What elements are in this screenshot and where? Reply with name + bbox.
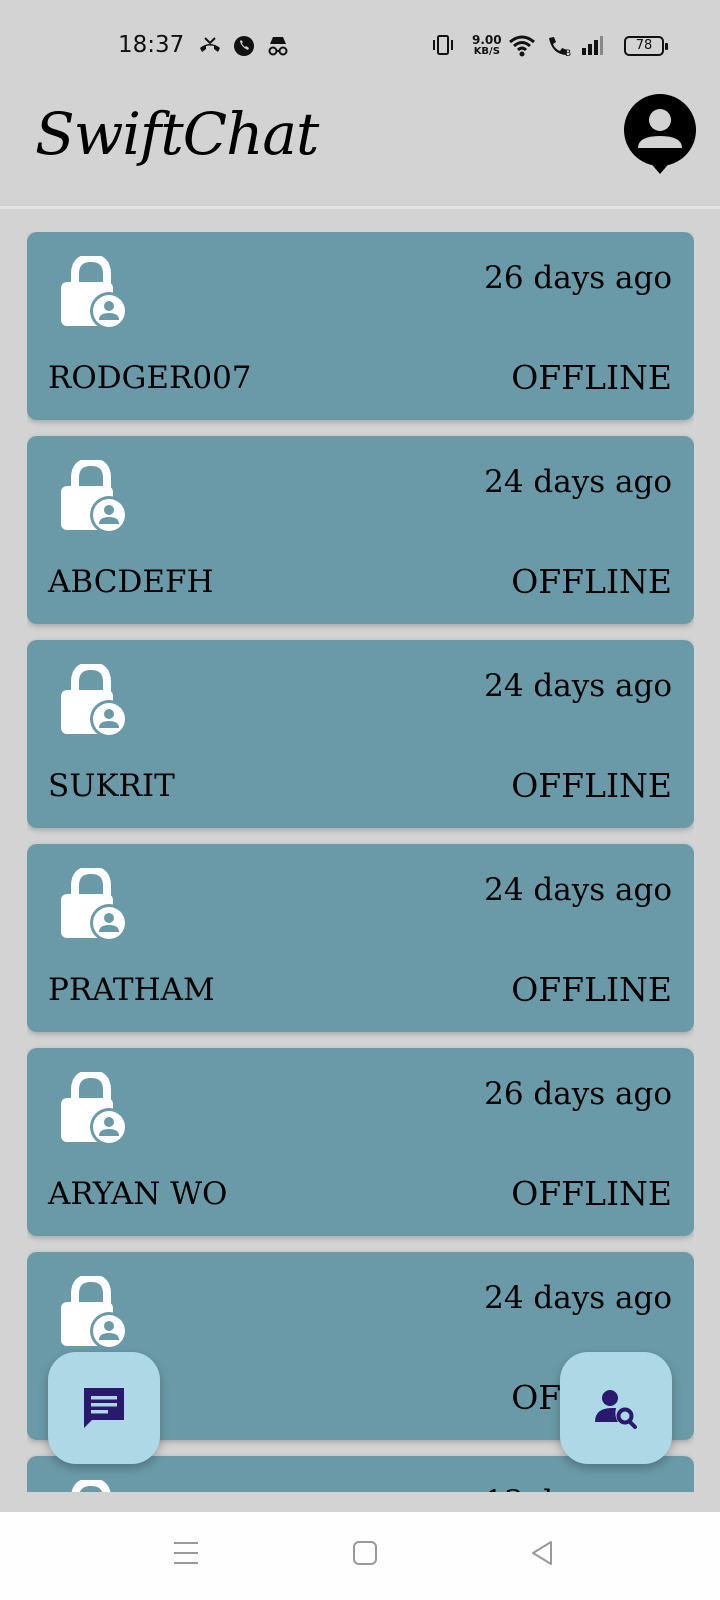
profile-button[interactable] (622, 92, 698, 178)
last-seen-time: 26 days ago (484, 260, 672, 296)
status-time: 18:37 (118, 32, 185, 58)
chat-card-1[interactable]: 26 days ago RODGER007 OFFLINE (27, 232, 694, 420)
locked-user-icon (61, 664, 128, 738)
locked-user-icon (61, 256, 128, 330)
home-icon[interactable] (352, 1540, 378, 1566)
wifi-icon (509, 35, 535, 57)
contact-name: SUKRIT (48, 768, 175, 804)
battery-icon: 78 (624, 36, 668, 56)
last-seen-time: 24 days ago (484, 872, 672, 908)
speed-unit: KB/S (473, 46, 500, 57)
status-badge: OFFLINE (511, 562, 672, 601)
chat-card-2[interactable]: 24 days ago ABCDEFH OFFLINE (27, 436, 694, 624)
locked-user-icon (61, 1276, 128, 1350)
chat-list: 26 days ago RODGER007 OFFLINE 24 days ag… (27, 232, 694, 1492)
locked-user-icon (71, 1480, 111, 1492)
speed-value: 9.00 (472, 33, 502, 47)
status-bar: 18:37 9.00 KB/S B 78 (0, 0, 720, 86)
contact-name: PRATHAM (48, 972, 215, 1008)
contact-name: RODGER007 (48, 360, 252, 396)
locked-user-icon (61, 460, 128, 534)
app-title: SwiftChat (35, 100, 319, 168)
chat-card-4[interactable]: 24 days ago PRATHAM OFFLINE (27, 844, 694, 1032)
whatsapp-icon (234, 36, 254, 56)
app-header: SwiftChat (0, 86, 720, 209)
vibrate-icon (433, 35, 453, 55)
chat-card-5[interactable]: 26 days ago ARYAN WO OFFLINE (27, 1048, 694, 1236)
status-badge: OFFLINE (511, 766, 672, 805)
locked-user-icon (61, 1072, 128, 1146)
last-seen-time: 13 days ago (484, 1484, 672, 1492)
user-search-icon (595, 1390, 637, 1429)
status-badge: OFFLINE (511, 1174, 672, 1213)
contact-name: ARYAN WO (48, 1176, 228, 1212)
missed-call-icon (200, 37, 220, 52)
last-seen-time: 24 days ago (484, 464, 672, 500)
search-user-button[interactable] (560, 1352, 672, 1464)
locked-user-icon (61, 868, 128, 942)
signal-icon (582, 36, 603, 55)
contact-name: ABCDEFH (48, 564, 214, 600)
last-seen-time: 26 days ago (484, 1076, 672, 1112)
chat-card-3[interactable]: 24 days ago SUKRIT OFFLINE (27, 640, 694, 828)
status-badge: OFFLINE (511, 358, 672, 397)
incognito-icon (268, 37, 288, 56)
new-chat-button[interactable] (48, 1352, 160, 1464)
system-nav-bar (0, 1512, 720, 1600)
network-speed: 9.00 KB/S (472, 33, 502, 57)
wifi-call-icon: B (549, 37, 571, 58)
menu-icon[interactable] (173, 1540, 199, 1566)
last-seen-time: 24 days ago (484, 1280, 672, 1316)
last-seen-time: 24 days ago (484, 668, 672, 704)
status-badge: OFFLINE (511, 970, 672, 1009)
back-icon[interactable] (529, 1540, 555, 1566)
chat-message-icon (84, 1388, 124, 1428)
account-location-icon (624, 94, 696, 174)
svg-text:B: B (565, 49, 571, 58)
